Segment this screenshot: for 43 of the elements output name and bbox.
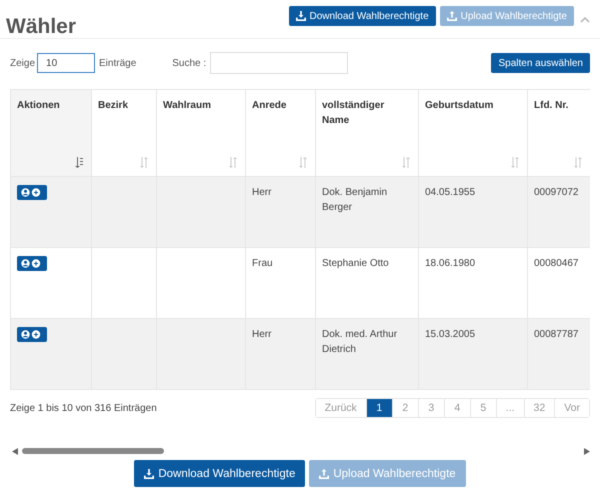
- show-label: Zeige: [10, 58, 36, 68]
- download-icon: [296, 11, 306, 21]
- download-icon: [144, 468, 154, 478]
- add-person-button[interactable]: [17, 327, 47, 342]
- scrollbar-thumb[interactable]: [22, 448, 164, 454]
- table-cell: 18.06.1980: [425, 258, 476, 269]
- upload-icon: [319, 468, 330, 478]
- add-person-button[interactable]: [17, 185, 47, 200]
- scroll-right-icon[interactable]: [584, 448, 590, 454]
- person-plus-icon: [21, 330, 43, 339]
- table-cell: 00087787: [534, 329, 578, 340]
- column-header[interactable]: Wahlraum: [156, 90, 246, 176]
- page-size-field[interactable]: 10: [37, 53, 96, 73]
- column-header[interactable]: vollständiger Name: [316, 90, 418, 176]
- column-header[interactable]: Geburtsdatum: [418, 90, 528, 176]
- person-plus-icon: [21, 188, 43, 197]
- download-button[interactable]: Download Wahlberechtigte: [288, 6, 436, 26]
- column-header[interactable]: Lfd. Nr.: [528, 90, 590, 176]
- search-field[interactable]: [210, 52, 348, 74]
- add-person-button[interactable]: [17, 256, 47, 271]
- search-label: Suche :: [172, 58, 206, 68]
- page-button[interactable]: 1: [366, 399, 392, 417]
- scroll-left-icon[interactable]: [12, 448, 18, 454]
- table-cell: Herr: [252, 329, 272, 340]
- table-cell: Herr: [252, 187, 272, 198]
- entries-label: Einträge: [99, 58, 136, 68]
- table-cell: Stephanie Otto: [322, 258, 389, 269]
- column-header[interactable]: Anrede: [246, 90, 316, 176]
- table-cell: Dok. med. Arthur Dietrich: [322, 329, 398, 355]
- table-cell: 04.05.1955: [425, 187, 476, 198]
- columns-button[interactable]: Spalten auswählen: [491, 53, 590, 73]
- column-header[interactable]: Bezirk: [92, 90, 156, 176]
- table-cell: 15.03.2005: [425, 329, 476, 340]
- entries-info: Zeige 1 bis 10 von 316 Einträgen: [10, 402, 157, 414]
- table-cell: Dok. Benjamin Berger: [322, 187, 388, 213]
- person-plus-icon: [21, 259, 43, 268]
- column-header[interactable]: Aktionen: [10, 90, 92, 176]
- table-cell: Frau: [252, 258, 273, 269]
- upload-icon: [446, 11, 457, 21]
- page-title: Wähler: [6, 15, 76, 39]
- table-cell: 00080467: [534, 258, 578, 269]
- download-button[interactable]: Download Wahlberechtigte: [134, 460, 306, 487]
- table-cell: 00097072: [534, 187, 578, 198]
